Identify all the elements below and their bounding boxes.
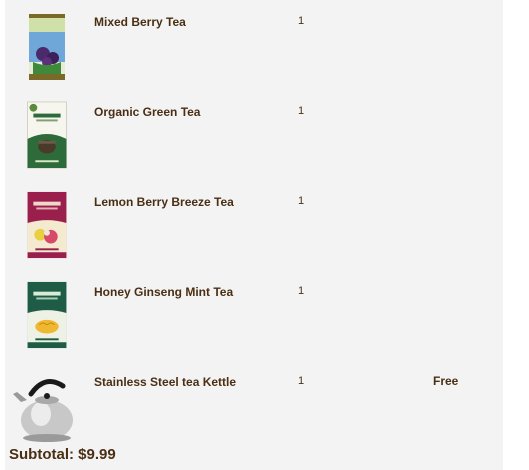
cart-item-row: Stainless Steel tea Kettle 1 Free [5,360,503,450]
cart-item-row: Honey Ginseng Mint Tea 1 [5,270,503,360]
mixed-berry-tea-image[interactable] [27,12,67,82]
item-quantity: 1 [298,375,305,387]
subtotal: Subtotal: $9.99 [9,446,116,463]
item-name[interactable]: Mixed Berry Tea [94,15,186,29]
item-quantity: 1 [298,285,305,297]
tea-kettle-image[interactable] [11,372,83,444]
item-name[interactable]: Stainless Steel tea Kettle [94,375,236,389]
item-quantity: 1 [298,105,305,117]
cart-panel: Mixed Berry Tea 1 Organic Green Tea 1 Le… [5,0,503,470]
cart-item-row: Organic Green Tea 1 [5,90,503,180]
cart-item-row: Mixed Berry Tea 1 [5,0,503,90]
item-name[interactable]: Organic Green Tea [94,105,200,119]
honey-ginseng-mint-tea-image[interactable] [25,280,69,350]
subtotal-value: $9.99 [78,446,116,463]
item-quantity: 1 [298,195,305,207]
item-name[interactable]: Honey Ginseng Mint Tea [94,285,233,299]
cart-item-row: Lemon Berry Breeze Tea 1 [5,180,503,270]
lemon-berry-breeze-tea-image[interactable] [25,190,69,260]
item-quantity: 1 [298,15,305,27]
organic-green-tea-image[interactable] [25,100,69,170]
item-price: Free [433,374,459,388]
item-name[interactable]: Lemon Berry Breeze Tea [94,195,234,209]
subtotal-label: Subtotal: [9,446,74,463]
